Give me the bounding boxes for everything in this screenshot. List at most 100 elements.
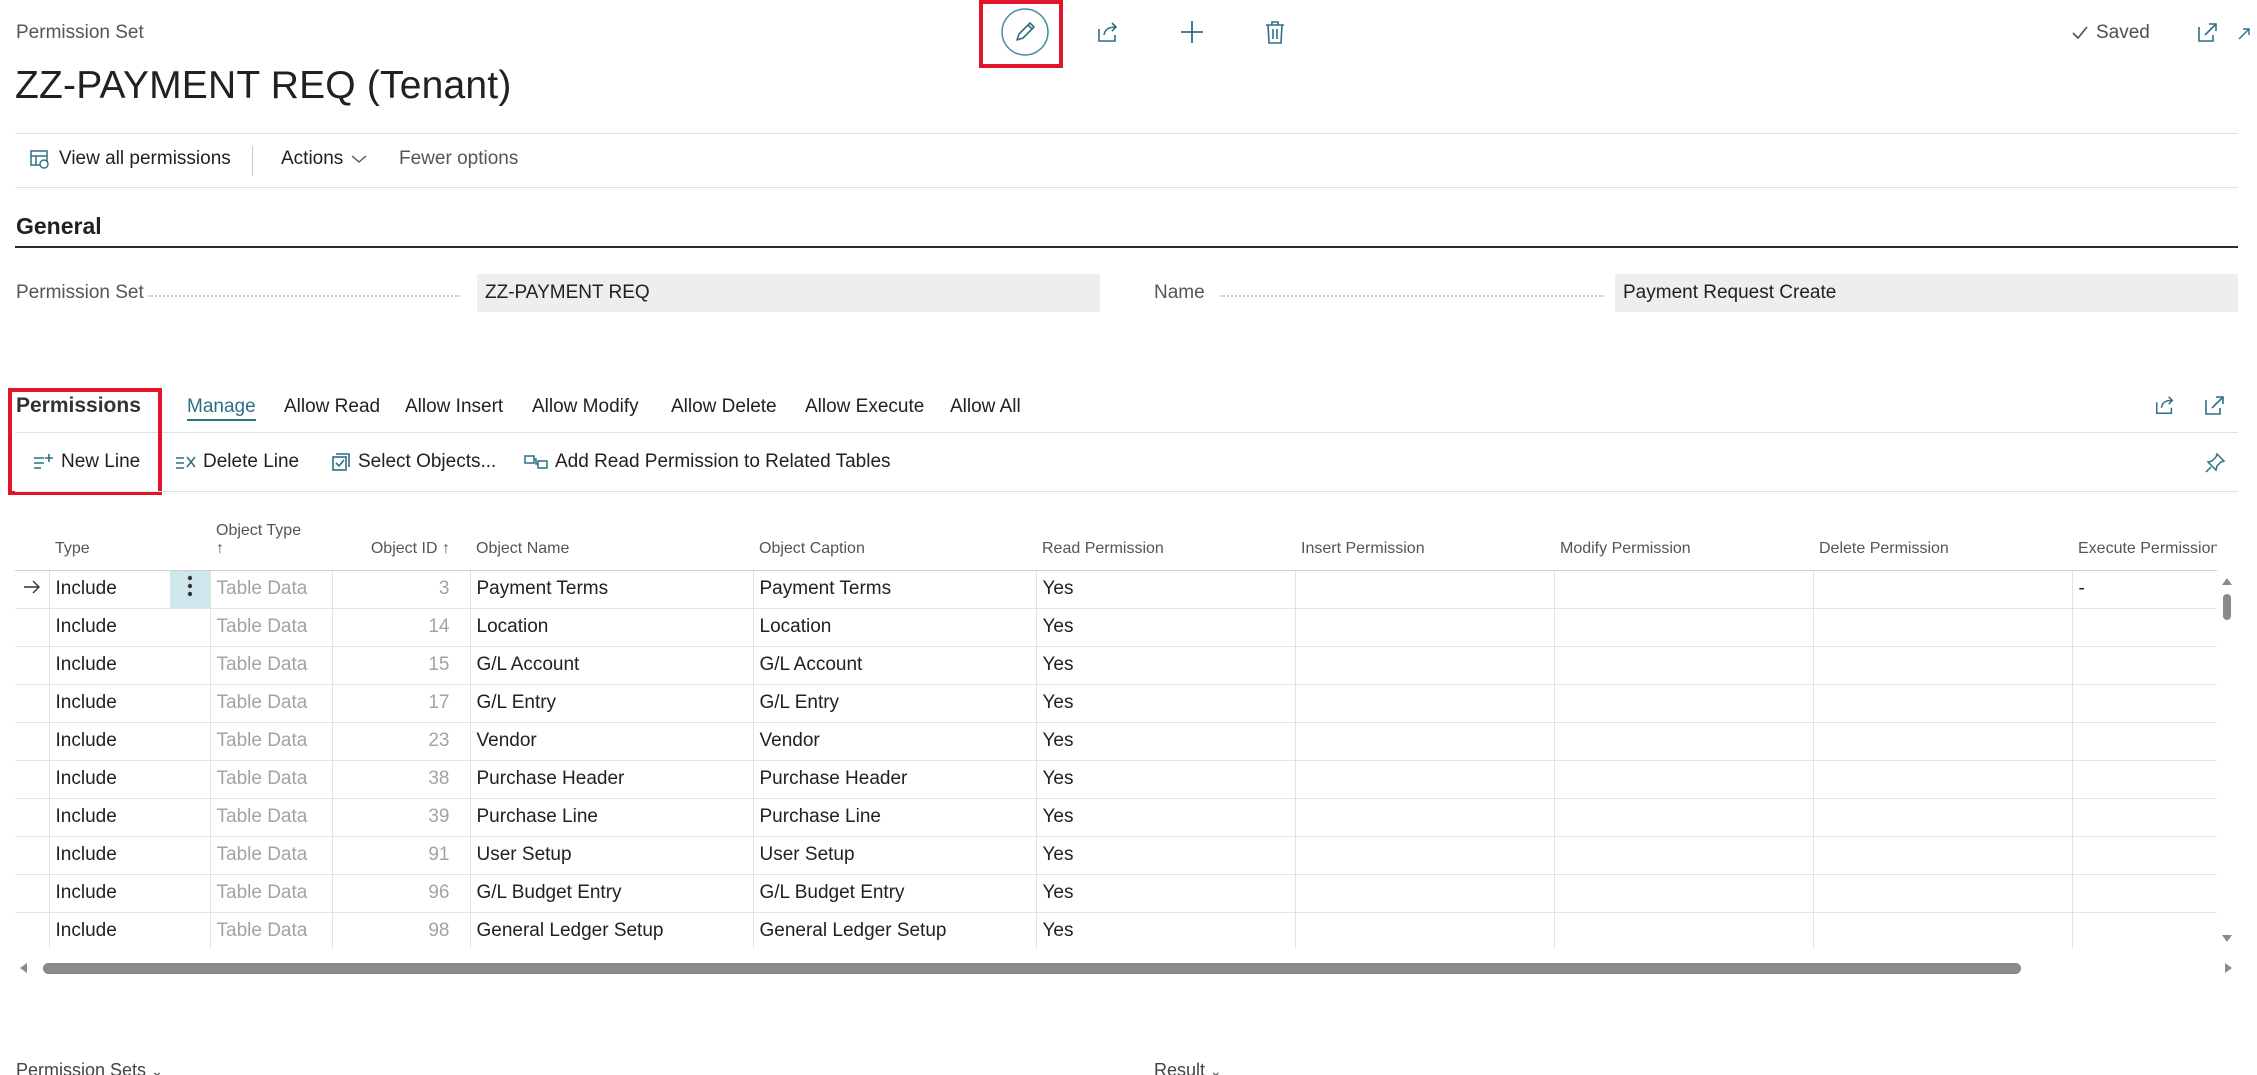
header-read-permission[interactable]: Read Permission <box>1036 520 1295 571</box>
delete-button[interactable] <box>1249 6 1301 58</box>
cell-delete-permission[interactable] <box>1813 760 2073 799</box>
row-selector[interactable] <box>15 874 50 913</box>
cell-object-id[interactable]: 91 <box>332 836 471 875</box>
row-selector[interactable] <box>15 912 50 948</box>
cell-insert-permission[interactable] <box>1295 912 1555 948</box>
cell-read-permission[interactable]: Yes <box>1036 646 1296 685</box>
cell-insert-permission[interactable] <box>1295 798 1555 837</box>
header-modify-permission[interactable]: Modify Permission <box>1554 520 1813 571</box>
cell-delete-permission[interactable] <box>1813 646 2073 685</box>
tab-allow-all[interactable]: Allow All <box>950 396 1021 418</box>
cell-object-caption[interactable]: Purchase Line <box>753 798 1037 837</box>
cell-execute-permission[interactable] <box>2072 874 2217 913</box>
cell-object-type[interactable]: Table Data <box>210 760 333 799</box>
cell-object-caption[interactable]: G/L Entry <box>753 684 1037 723</box>
table-row[interactable]: Include Table Data 38 Purchase Header Purcha… <box>15 760 2217 799</box>
cell-modify-permission[interactable] <box>1554 874 1814 913</box>
cell-type[interactable]: Include <box>49 684 170 723</box>
cell-type[interactable]: Include <box>49 646 170 685</box>
cell-type[interactable]: Include <box>49 760 170 799</box>
edit-button[interactable] <box>999 6 1051 58</box>
header-insert-permission[interactable]: Insert Permission <box>1295 520 1554 571</box>
cell-object-id[interactable]: 3 <box>332 570 471 609</box>
cell-object-name[interactable]: Vendor <box>470 722 754 761</box>
cell-object-type[interactable]: Table Data <box>210 798 333 837</box>
cell-object-name[interactable]: Payment Terms <box>470 570 754 609</box>
cell-object-type[interactable]: Table Data <box>210 874 333 913</box>
tab-allow-execute[interactable]: Allow Execute <box>805 396 924 418</box>
cell-object-id[interactable]: 14 <box>332 608 471 647</box>
cell-delete-permission[interactable] <box>1813 912 2073 948</box>
horizontal-scrollbar[interactable] <box>15 958 2237 978</box>
row-selector[interactable] <box>15 570 50 609</box>
table-row[interactable]: Include Table Data 3 Payment Terms Payment T… <box>15 570 2217 609</box>
cell-modify-permission[interactable] <box>1554 570 1814 609</box>
cell-object-caption[interactable]: General Ledger Setup <box>753 912 1037 948</box>
cell-object-id[interactable]: 39 <box>332 798 471 837</box>
cell-execute-permission[interactable] <box>2072 798 2217 837</box>
cell-object-name[interactable]: Purchase Header <box>470 760 754 799</box>
header-type[interactable]: Type <box>49 520 170 571</box>
cell-modify-permission[interactable] <box>1554 722 1814 761</box>
cell-insert-permission[interactable] <box>1295 646 1555 685</box>
cell-object-type[interactable]: Table Data <box>210 570 333 609</box>
cell-modify-permission[interactable] <box>1554 760 1814 799</box>
cell-object-id[interactable]: 23 <box>332 722 471 761</box>
cell-modify-permission[interactable] <box>1554 608 1814 647</box>
cell-object-name[interactable]: Location <box>470 608 754 647</box>
cell-insert-permission[interactable] <box>1295 874 1555 913</box>
cell-object-caption[interactable]: Payment Terms <box>753 570 1037 609</box>
cell-object-name[interactable]: User Setup <box>470 836 754 875</box>
row-selector[interactable] <box>15 646 50 685</box>
cell-modify-permission[interactable] <box>1554 684 1814 723</box>
cell-insert-permission[interactable] <box>1295 722 1555 761</box>
cell-object-caption[interactable]: G/L Account <box>753 646 1037 685</box>
cell-object-type[interactable]: Table Data <box>210 836 333 875</box>
result-part[interactable]: Result ⌄ <box>1154 1060 1222 1075</box>
row-menu-button[interactable] <box>170 836 211 875</box>
cell-delete-permission[interactable] <box>1813 798 2073 837</box>
cell-object-name[interactable]: G/L Account <box>470 646 754 685</box>
row-menu-button[interactable] <box>170 760 211 799</box>
table-row[interactable]: Include Table Data 15 G/L Account G/L Accoun… <box>15 646 2217 685</box>
header-object-type[interactable]: Object Type ↑ <box>210 520 332 571</box>
cell-object-caption[interactable]: G/L Budget Entry <box>753 874 1037 913</box>
new-button[interactable] <box>1166 6 1218 58</box>
cell-object-caption[interactable]: Vendor <box>753 722 1037 761</box>
row-menu-button[interactable] <box>170 646 211 685</box>
header-delete-permission[interactable]: Delete Permission <box>1813 520 2072 571</box>
cell-delete-permission[interactable] <box>1813 570 2073 609</box>
row-menu-button[interactable] <box>170 912 211 948</box>
header-object-name[interactable]: Object Name <box>470 520 753 571</box>
cell-modify-permission[interactable] <box>1554 798 1814 837</box>
tab-allow-modify[interactable]: Allow Modify <box>532 396 639 418</box>
cell-object-id[interactable]: 96 <box>332 874 471 913</box>
cell-read-permission[interactable]: Yes <box>1036 874 1296 913</box>
row-selector[interactable] <box>15 798 50 837</box>
cell-object-type[interactable]: Table Data <box>210 722 333 761</box>
header-execute-permission[interactable]: Execute Permission <box>2072 520 2217 571</box>
tab-manage[interactable]: Manage <box>187 396 256 421</box>
add-read-permission-button[interactable]: Add Read Permission to Related Tables <box>524 451 891 473</box>
permission-sets-part[interactable]: Permission Sets ⌄ <box>16 1060 163 1075</box>
table-row[interactable]: Include Table Data 17 G/L Entry G/L Entry Yes <box>15 684 2217 723</box>
cell-execute-permission[interactable] <box>2072 760 2217 799</box>
actions-menu[interactable]: Actions <box>281 148 367 170</box>
tab-allow-insert[interactable]: Allow Insert <box>405 396 503 418</box>
row-selector[interactable] <box>15 760 50 799</box>
row-menu-button[interactable] <box>170 684 211 723</box>
header-object-caption[interactable]: Object Caption <box>753 520 1036 571</box>
cell-delete-permission[interactable] <box>1813 722 2073 761</box>
cell-modify-permission[interactable] <box>1554 836 1814 875</box>
cell-modify-permission[interactable] <box>1554 646 1814 685</box>
cell-object-id[interactable]: 98 <box>332 912 471 948</box>
cell-object-name[interactable]: General Ledger Setup <box>470 912 754 948</box>
cell-delete-permission[interactable] <box>1813 874 2073 913</box>
row-menu-button[interactable] <box>170 722 211 761</box>
cell-object-name[interactable]: G/L Budget Entry <box>470 874 754 913</box>
row-menu-button[interactable] <box>170 570 211 609</box>
cell-delete-permission[interactable] <box>1813 836 2073 875</box>
table-row[interactable]: Include Table Data 39 Purchase Line Purchase… <box>15 798 2217 837</box>
view-all-permissions-button[interactable]: View all permissions <box>29 148 231 170</box>
cell-object-name[interactable]: G/L Entry <box>470 684 754 723</box>
